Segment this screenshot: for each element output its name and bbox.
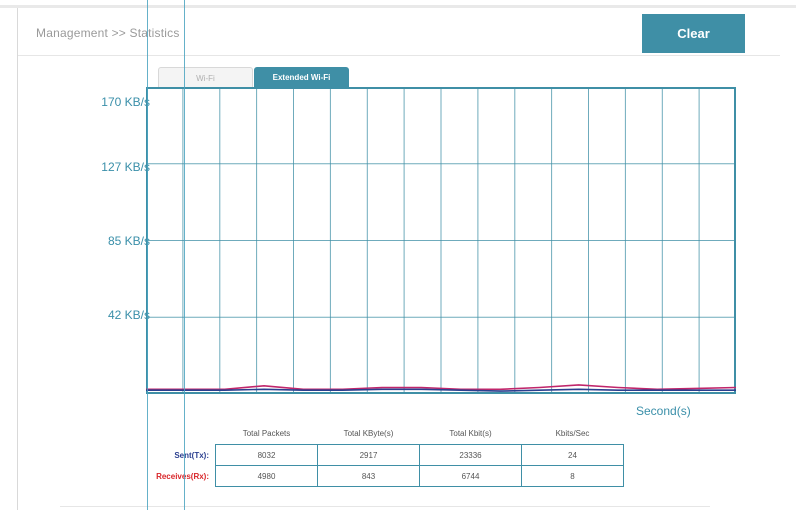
column-header: Kbits/Sec — [555, 428, 590, 438]
statistics-table: Total Packets Total KByte(s) Total Kbit(… — [97, 422, 624, 487]
footer-divider — [60, 506, 710, 507]
header-divider — [18, 55, 780, 56]
table-cell: 8032 — [215, 444, 318, 466]
row-label-sent: Sent(Tx): — [174, 450, 209, 460]
clear-button[interactable]: Clear — [642, 14, 745, 53]
table-cell: 8 — [521, 465, 624, 487]
row-label-receives: Receives(Rx): — [156, 471, 209, 481]
x-axis-unit-label: Second(s) — [636, 404, 691, 418]
tab-extended-wifi[interactable]: Extended Wi-Fi — [254, 67, 349, 88]
table-cell: 23336 — [419, 444, 522, 466]
tab-wifi[interactable]: Wi-Fi — [158, 67, 253, 88]
column-header: Total Packets — [242, 428, 291, 438]
table-cell: 6744 — [419, 465, 522, 487]
y-tick-label: 85 KB/s — [107, 234, 150, 248]
table-cell: 843 — [317, 465, 420, 487]
table-header-spacer — [97, 422, 216, 445]
table-row-receives: Receives(Rx): 4980 843 6744 8 — [97, 465, 624, 487]
y-tick-label: 170 KB/s — [101, 95, 150, 109]
guide-line — [147, 0, 148, 510]
y-tick-label: 42 KB/s — [107, 308, 150, 322]
table-row-sent: Sent(Tx): 8032 2917 23336 24 — [97, 444, 624, 466]
table-cell: 24 — [521, 444, 624, 466]
column-header: Total Kbit(s) — [449, 428, 492, 438]
column-header: Total KByte(s) — [343, 428, 394, 438]
traffic-chart — [146, 87, 736, 394]
top-border — [0, 5, 796, 8]
breadcrumb: Management >> Statistics — [36, 26, 180, 40]
guide-line — [184, 0, 185, 510]
y-tick-label: 127 KB/s — [101, 160, 150, 174]
left-border — [17, 8, 18, 510]
table-cell: 2917 — [317, 444, 420, 466]
table-cell: 4980 — [215, 465, 318, 487]
